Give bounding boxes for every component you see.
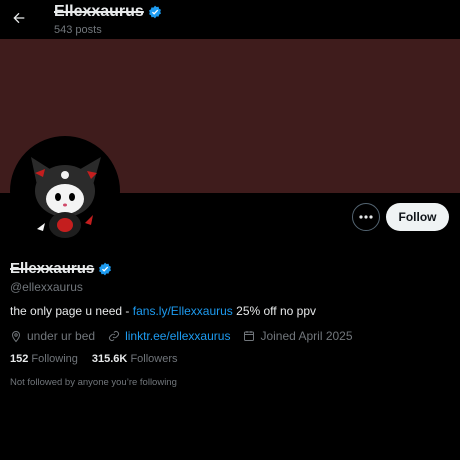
follow-button[interactable]: Follow: [386, 203, 449, 231]
profile-display-name: Ellexxaurus: [10, 260, 112, 277]
bio-link[interactable]: fans.ly/Ellexxaurus: [133, 304, 233, 318]
more-options-button[interactable]: [352, 203, 380, 231]
location-pin-icon: [11, 330, 21, 342]
followers-label: Followers: [130, 353, 178, 365]
profile-handle: @ellexxaurus: [10, 280, 83, 294]
posts-count: 543 posts: [54, 24, 102, 36]
website: linktr.ee/ellexxaurus: [108, 329, 230, 343]
followers-link[interactable]: 315.6K Followers: [92, 353, 178, 365]
profile-bio: the only page u need - fans.ly/Ellexxaur…: [10, 304, 316, 318]
verified-badge-icon[interactable]: [98, 262, 112, 276]
bio-prefix: the only page u need -: [10, 304, 133, 318]
profile-meta: under ur bed linktr.ee/ellexxaurus Joine…: [10, 329, 366, 343]
join-date: Joined April 2025: [243, 329, 353, 343]
following-count: 152: [10, 353, 29, 365]
arrow-left-icon: [13, 12, 25, 24]
bio-suffix: 25% off no ppv: [232, 304, 316, 318]
following-label: Following: [31, 353, 78, 365]
calendar-icon: [244, 331, 255, 341]
more-dots-icon: [359, 215, 373, 219]
kuromi-avatar-icon: [13, 139, 117, 243]
display-name-text: Ellexxaurus: [10, 260, 95, 277]
mutual-followers-note: Not followed by anyone you’re following: [10, 377, 177, 388]
verified-badge-icon: [148, 5, 161, 19]
website-link[interactable]: linktr.ee/ellexxaurus: [125, 329, 230, 343]
location: under ur bed: [10, 329, 95, 343]
followers-count: 315.6K: [91, 353, 128, 365]
header-title-text: Ellexxaurus: [54, 3, 144, 20]
top-bar: Ellexxaurus 543 posts: [0, 0, 460, 39]
following-link[interactable]: 152 Following: [10, 353, 78, 365]
link-icon: [109, 331, 120, 341]
location-text: under ur bed: [27, 329, 96, 343]
back-button[interactable]: [8, 7, 30, 29]
header-title: Ellexxaurus: [54, 3, 162, 21]
follow-stats: 152 Following 315.6K Followers: [10, 353, 178, 365]
join-date-text: Joined April 2025: [260, 329, 353, 343]
avatar[interactable]: [10, 136, 120, 246]
